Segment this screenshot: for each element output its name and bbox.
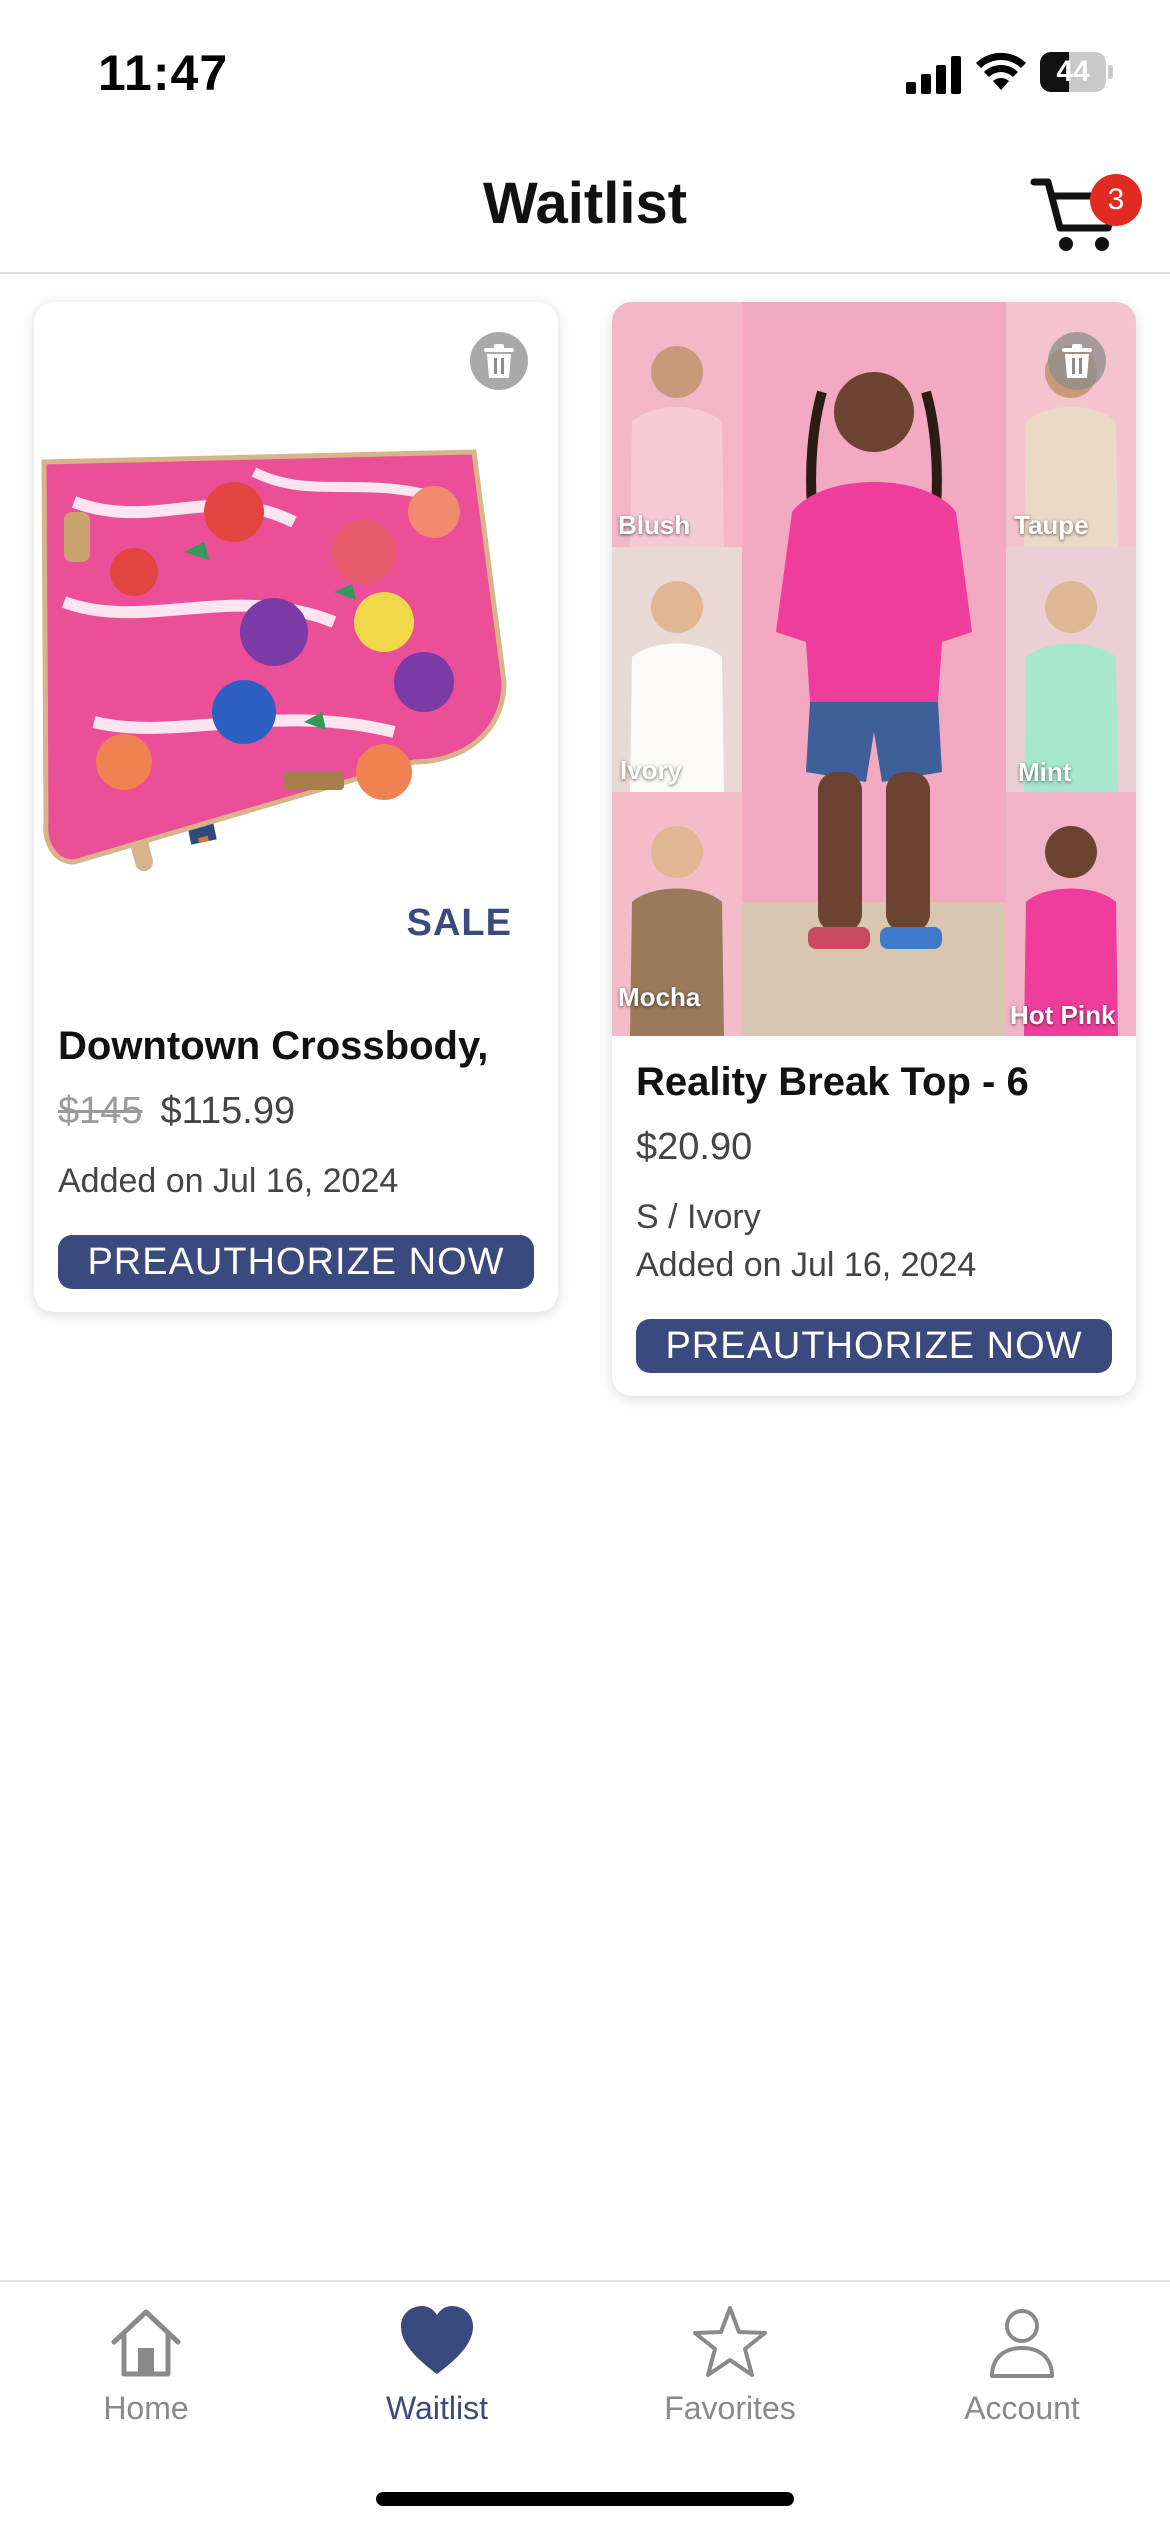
battery-level: 44	[1056, 55, 1090, 88]
page-title: Waitlist	[482, 171, 688, 236]
added-date: Added on Jul 16, 2024	[636, 1246, 977, 1284]
swatch-label: Mocha	[618, 982, 701, 1012]
collage-swatch-photo: Hot Pink	[1006, 792, 1136, 1036]
tab-home[interactable]: Home	[36, 2302, 256, 2442]
current-price: $115.99	[160, 1090, 296, 1132]
heart-icon	[401, 2306, 473, 2374]
cart-count-badge: 3	[1090, 174, 1142, 226]
signal-icon	[906, 56, 961, 94]
swatch-label: Hot Pink	[1010, 1000, 1116, 1030]
tab-label: Favorites	[664, 2390, 796, 2426]
product-title[interactable]: Reality Break Top - 6	[636, 1060, 1029, 1105]
wifi-icon	[976, 52, 1026, 90]
preauthorize-button[interactable]: PREAUTHORIZE NOW	[58, 1235, 534, 1289]
added-date: Added on Jul 16, 2024	[58, 1162, 399, 1200]
collage-swatch-photo: Blush	[612, 302, 742, 547]
battery-icon: 44	[1040, 52, 1113, 92]
swatch-label: Ivory	[620, 755, 683, 785]
sale-badge: SALE	[406, 902, 512, 944]
tab-label: Waitlist	[386, 2390, 488, 2426]
status-bar: 11:47 44	[0, 0, 1170, 140]
trash-icon	[1062, 344, 1092, 378]
swatch-label: Mint	[1018, 757, 1072, 787]
price-row: $145 $115.99	[58, 1090, 295, 1133]
cart-button[interactable]: 3	[1024, 160, 1142, 260]
swatch-label: Blush	[618, 510, 691, 540]
star-icon	[693, 2306, 767, 2377]
tab-favorites[interactable]: Favorites	[620, 2302, 840, 2442]
preauthorize-button[interactable]: PREAUTHORIZE NOW	[636, 1319, 1112, 1373]
product-image-top-collage: Blush Ivory Mocha Taupe Mint Hot Pink	[612, 302, 1136, 1036]
tab-label: Account	[964, 2390, 1080, 2426]
delete-button[interactable]	[470, 332, 528, 390]
person-icon	[990, 2309, 1054, 2378]
current-price: $20.90	[636, 1126, 753, 1168]
tab-label: Home	[103, 2390, 189, 2426]
collage-swatch-photo: Mocha	[612, 792, 742, 1036]
variant-label: S / Ivory	[636, 1198, 761, 1236]
swatch-label: Taupe	[1014, 510, 1089, 540]
product-title[interactable]: Downtown Crossbody,	[58, 1024, 488, 1069]
home-icon	[111, 2309, 181, 2377]
home-indicator[interactable]	[376, 2492, 794, 2506]
original-price: $145	[58, 1090, 143, 1132]
collage-main-photo	[742, 302, 1006, 1036]
header: Waitlist 3	[0, 140, 1170, 274]
collage-swatch-photo: Ivory	[612, 547, 742, 792]
price-row: $20.90	[636, 1126, 752, 1169]
waitlist-item-card[interactable]: SALE Downtown Crossbody, $145 $115.99 Add…	[34, 302, 558, 1312]
waitlist-item-card[interactable]: Blush Ivory Mocha Taupe Mint Hot Pink Re…	[612, 302, 1136, 1396]
tab-account[interactable]: Account	[912, 2302, 1132, 2442]
collage-swatch-photo: Mint	[1006, 547, 1136, 792]
delete-button[interactable]	[1048, 332, 1106, 390]
tab-waitlist[interactable]: Waitlist	[327, 2302, 547, 2442]
status-time: 11:47	[98, 45, 229, 101]
trash-icon	[484, 344, 514, 378]
